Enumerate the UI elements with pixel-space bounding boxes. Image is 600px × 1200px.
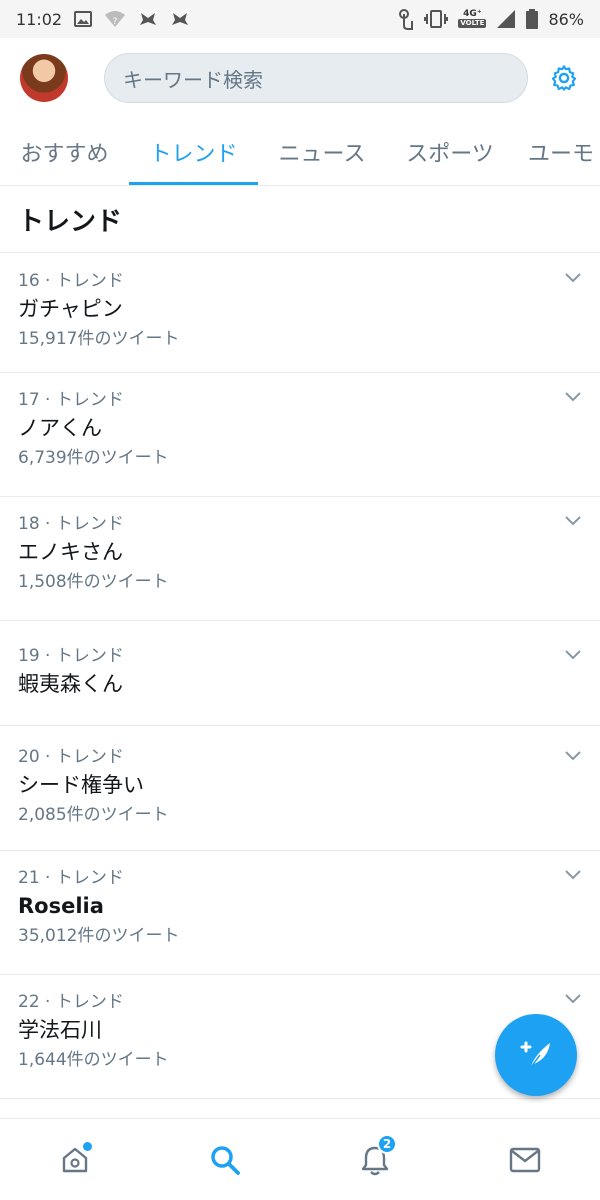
trend-item[interactable]: 16 · トレンド ガチャピン 15,917件のツイート — [0, 254, 600, 373]
svg-text:?: ? — [113, 17, 118, 27]
trend-name: エノキさん — [18, 540, 123, 564]
trend-tweet-count: 2,085件のツイート — [18, 805, 169, 825]
trend-meta: 19 · トレンド — [18, 646, 124, 666]
trend-list: 16 · トレンド ガチャピン 15,917件のツイート 17 · トレンド ノ… — [0, 254, 600, 1099]
battery-level: 86% — [548, 9, 584, 29]
wifi-question-icon: ? — [105, 11, 126, 27]
nav-search[interactable] — [195, 1130, 255, 1190]
trend-tweet-count: 35,012件のツイート — [18, 926, 180, 946]
compose-feather-icon — [520, 1041, 550, 1072]
trend-item[interactable]: 19 · トレンド 蝦夷森くん — [0, 621, 600, 726]
nav-notifications[interactable]: 2 — [345, 1130, 405, 1190]
trend-meta: 18 · トレンド — [18, 514, 124, 534]
app-notification-icon — [140, 13, 157, 25]
nav-home[interactable] — [45, 1130, 105, 1190]
signal-icon — [497, 10, 516, 28]
app-notification-icon — [172, 13, 189, 25]
trend-tweet-count: 15,917件のツイート — [18, 329, 180, 349]
chevron-down-icon[interactable] — [564, 515, 582, 527]
new-content-dot — [83, 1141, 92, 1151]
tab-sports[interactable]: スポーツ — [386, 118, 514, 185]
avatar[interactable] — [20, 54, 68, 102]
tab-recommended[interactable]: おすすめ — [0, 118, 129, 185]
chevron-down-icon[interactable] — [564, 993, 582, 1005]
app-header: キーワード検索 — [0, 38, 600, 118]
nav-messages[interactable] — [495, 1130, 555, 1190]
search-input[interactable]: キーワード検索 — [104, 53, 528, 103]
search-placeholder: キーワード検索 — [123, 67, 263, 92]
trend-meta: 22 · トレンド — [18, 992, 124, 1012]
trend-meta: 21 · トレンド — [18, 868, 124, 888]
touch-icon — [399, 9, 414, 30]
trend-item[interactable]: 20 · トレンド シード権争い 2,085件のツイート — [0, 726, 600, 851]
trend-name: シード権争い — [18, 773, 144, 797]
trend-name: ガチャピン — [18, 297, 123, 321]
compose-tweet-button[interactable] — [495, 1014, 577, 1096]
tab-humor[interactable]: ユーモ — [514, 118, 600, 185]
trend-tweet-count: 1,508件のツイート — [18, 572, 169, 592]
trend-meta: 16 · トレンド — [18, 271, 124, 291]
notification-badge: 2 — [377, 1133, 397, 1154]
status-time: 11:02 — [16, 9, 63, 29]
image-icon — [74, 11, 93, 27]
network-indicator: 4G⁺ VOLTE — [458, 9, 487, 28]
tab-news[interactable]: ニュース — [258, 118, 386, 185]
status-bar: 11:02 ? 4G⁺ VOLTE 86% — [0, 0, 600, 38]
battery-icon — [526, 9, 539, 29]
trend-item[interactable]: 21 · トレンド Roselia 35,012件のツイート — [0, 851, 600, 975]
trend-name: ノアくん — [18, 416, 102, 440]
chevron-down-icon[interactable] — [564, 750, 582, 762]
explore-tabs: おすすめ トレンド ニュース スポーツ ユーモ — [0, 118, 600, 186]
search-icon — [211, 1145, 240, 1175]
gear-icon[interactable] — [550, 64, 578, 92]
section-title: トレンド — [0, 187, 600, 253]
trend-meta: 17 · トレンド — [18, 390, 124, 410]
tab-trends[interactable]: トレンド — [129, 118, 258, 185]
chevron-down-icon[interactable] — [564, 649, 582, 661]
vibrate-icon — [424, 10, 449, 28]
trend-meta: 20 · トレンド — [18, 747, 124, 767]
mail-icon — [509, 1147, 541, 1172]
trend-tweet-count: 6,739件のツイート — [18, 448, 169, 468]
chevron-down-icon[interactable] — [564, 391, 582, 403]
chevron-down-icon[interactable] — [564, 869, 582, 881]
trend-item[interactable]: 17 · トレンド ノアくん 6,739件のツイート — [0, 373, 600, 497]
bottom-nav: 2 — [0, 1118, 600, 1200]
chevron-down-icon[interactable] — [564, 272, 582, 284]
trend-name: 蝦夷森くん — [18, 672, 123, 696]
trend-name: Roselia — [18, 894, 104, 918]
trend-item[interactable]: 18 · トレンド エノキさん 1,508件のツイート — [0, 497, 600, 621]
